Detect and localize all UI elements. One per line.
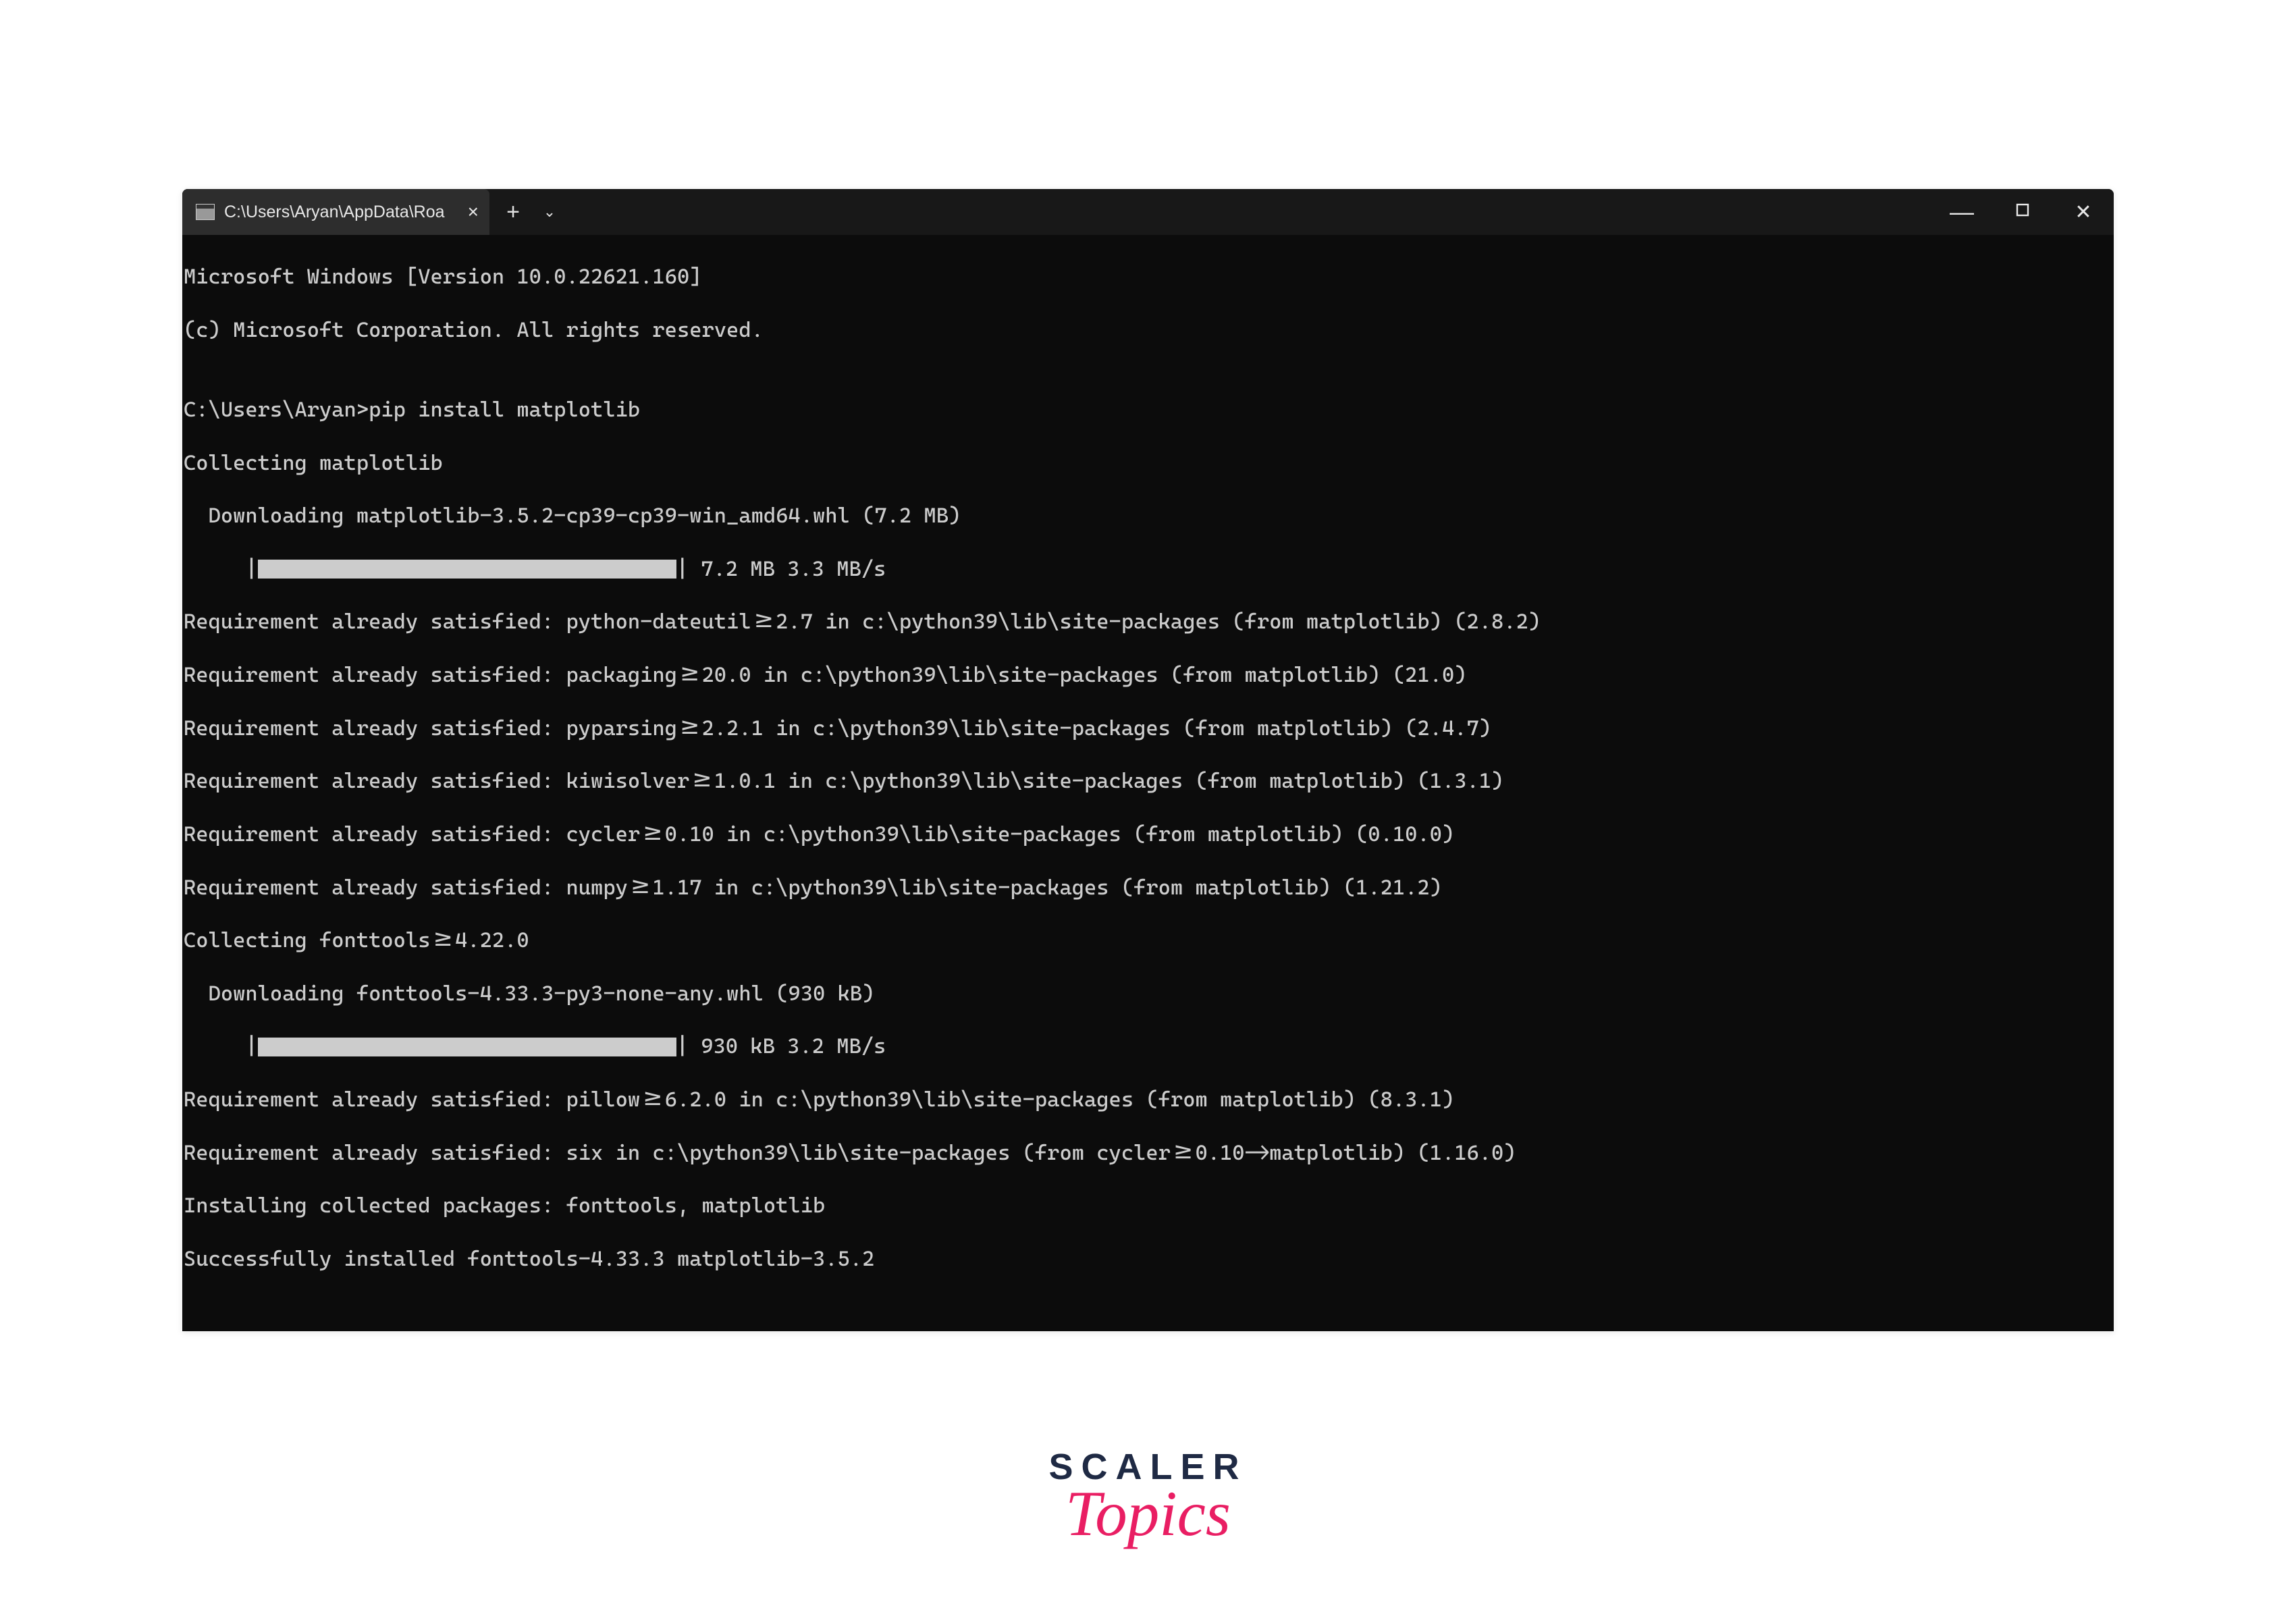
cmd-icon [196, 204, 215, 220]
progress-prefix: | [184, 1034, 258, 1060]
output-line: Downloading matplotlib-3.5.2-cp39-cp39-w… [184, 503, 2112, 529]
output-line: Requirement already satisfied: numpy>=1.… [184, 875, 2112, 901]
tab-title: C:\Users\Aryan\AppData\Roa [224, 203, 458, 222]
maximize-button[interactable] [1992, 203, 2053, 221]
output-line: Microsoft Windows [Version 10.0.22621.16… [184, 264, 2112, 290]
minimize-button[interactable]: — [1931, 209, 1992, 214]
progress-bar-icon [258, 560, 676, 579]
close-window-button[interactable]: ✕ [2053, 200, 2114, 224]
output-line: Requirement already satisfied: cycler>=0… [184, 822, 2112, 848]
window-controls: — ✕ [1931, 189, 2114, 235]
new-tab-button[interactable]: + [495, 200, 531, 223]
tab-dropdown-button[interactable]: ⌄ [531, 205, 568, 219]
progress-bar-icon [258, 1038, 676, 1056]
terminal-window: C:\Users\Aryan\AppData\Roa × + ⌄ — ✕ Mic… [182, 189, 2114, 1331]
output-line: Requirement already satisfied: packaging… [184, 662, 2112, 689]
window-titlebar: C:\Users\Aryan\AppData\Roa × + ⌄ — ✕ [182, 189, 2114, 235]
output-line: Downloading fonttools-4.33.3-py3-none-an… [184, 981, 2112, 1007]
output-line: Collecting fonttools>=4.22.0 [184, 928, 2112, 954]
terminal-output[interactable]: Microsoft Windows [Version 10.0.22621.16… [182, 235, 2114, 1331]
progress-prefix: | [184, 556, 258, 583]
terminal-tab[interactable]: C:\Users\Aryan\AppData\Roa × [182, 189, 489, 235]
output-line: Requirement already satisfied: python-da… [184, 609, 2112, 635]
output-line: Requirement already satisfied: pillow>=6… [184, 1087, 2112, 1113]
output-line: Collecting matplotlib [184, 450, 2112, 477]
progress-suffix: | 7.2 MB 3.3 MB/s [676, 556, 886, 583]
output-line: C:\Users\Aryan>pip install matplotlib [184, 397, 2112, 423]
scaler-topics-logo: SCALER Topics [1048, 1446, 1247, 1543]
tab-actions: + ⌄ [489, 200, 568, 223]
output-line: (c) Microsoft Corporation. All rights re… [184, 317, 2112, 344]
close-tab-icon[interactable]: × [468, 201, 479, 223]
progress-row: | | 930 kB 3.2 MB/s [184, 1034, 2112, 1060]
output-line: Successfully installed fonttools-4.33.3 … [184, 1246, 2112, 1272]
output-line: Requirement already satisfied: six in c:… [184, 1140, 2112, 1166]
logo-text-top: SCALER [1048, 1446, 1247, 1488]
progress-suffix: | 930 kB 3.2 MB/s [676, 1034, 886, 1060]
output-line: Requirement already satisfied: pyparsing… [184, 716, 2112, 742]
progress-row: | | 7.2 MB 3.3 MB/s [184, 556, 2112, 583]
output-line: Installing collected packages: fonttools… [184, 1193, 2112, 1219]
logo-text-bottom: Topics [1048, 1485, 1247, 1543]
output-line: Requirement already satisfied: kiwisolve… [184, 768, 2112, 795]
maximize-icon [2016, 203, 2029, 217]
